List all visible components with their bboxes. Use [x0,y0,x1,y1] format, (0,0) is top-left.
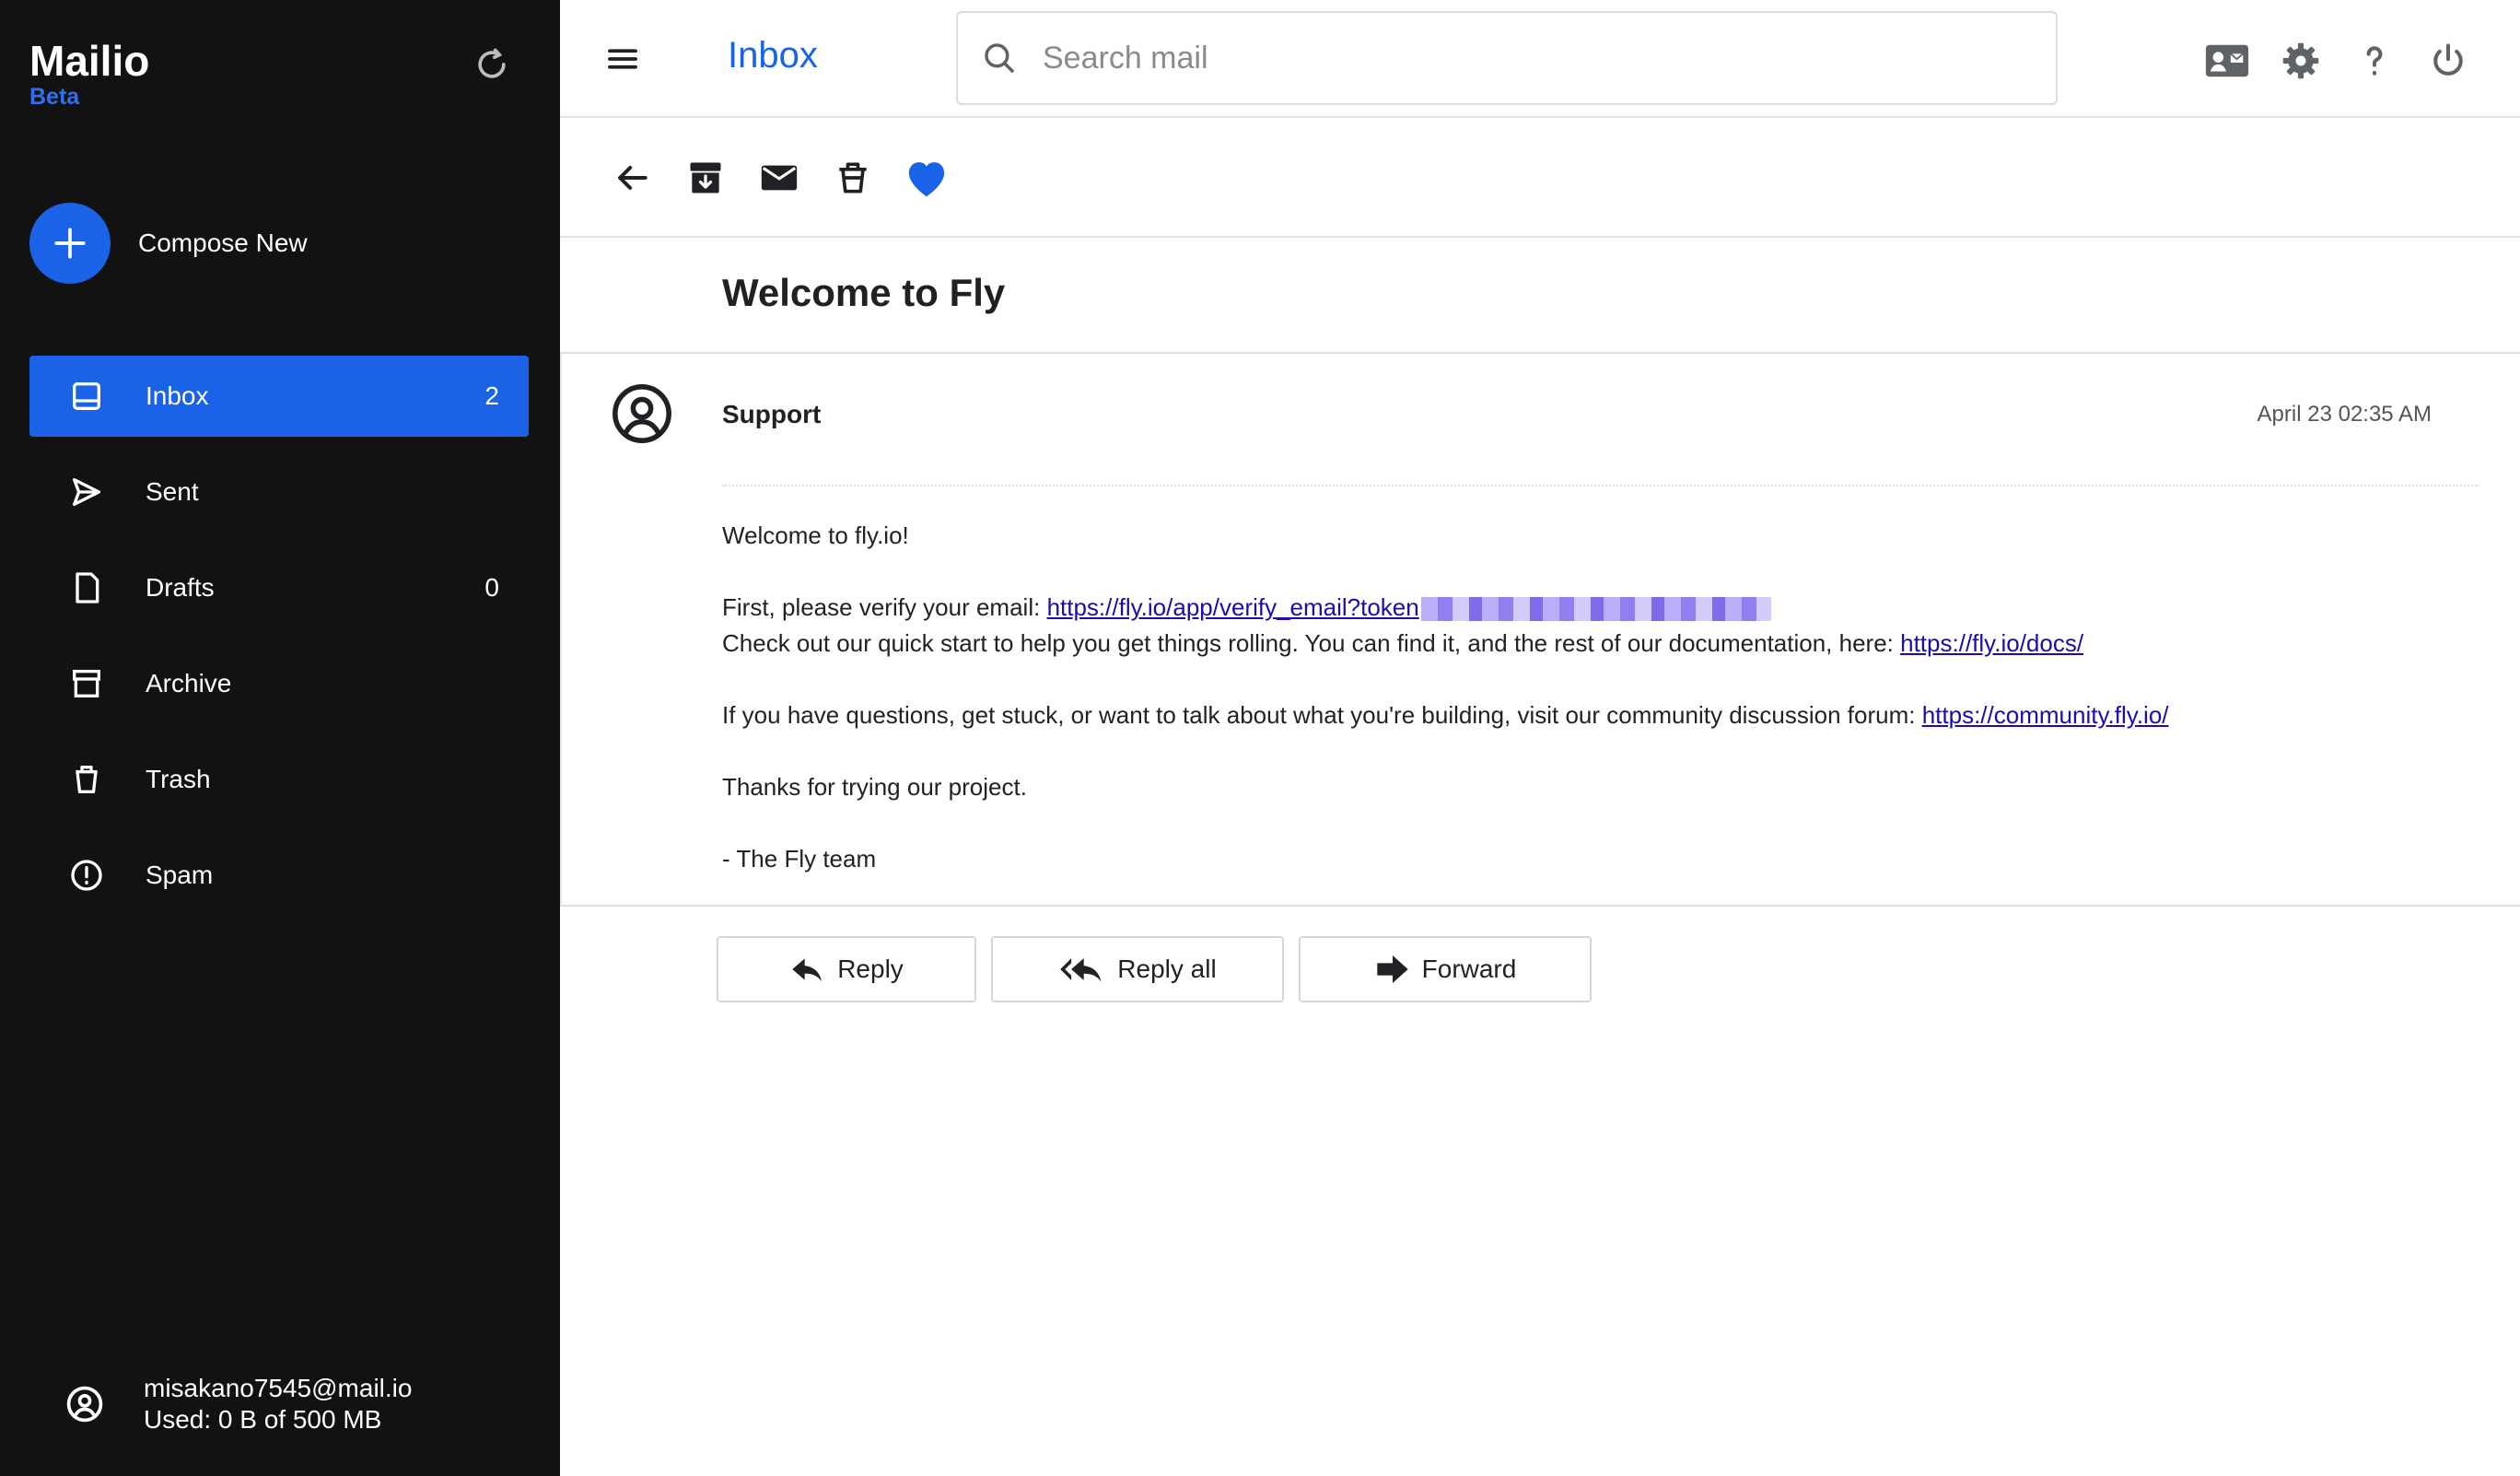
heart-icon [908,162,945,197]
body-docs-line: Check out our quick start to help you ge… [722,626,2491,662]
hamburger-menu-icon [608,49,637,69]
message-divider [722,485,2479,486]
body-verify-line: First, please verify your email: https:/… [722,590,2491,626]
plus-icon [54,228,86,259]
reply-all-label: Reply all [1117,955,1217,983]
community-link[interactable]: https://community.fly.io/ [1922,701,2169,729]
forward-label: Forward [1421,955,1517,983]
verify-email-link[interactable]: https://fly.io/app/verify_email?token [1047,593,1419,621]
reply-icon [792,958,822,982]
message-toolbar [560,120,2520,238]
body-community-line: If you have questions, get stuck, or wan… [722,697,2491,733]
body-signoff: - The Fly team [722,845,877,873]
sender-name: Support [722,400,822,428]
sidebar-item-label: Drafts [146,573,215,602]
compose-button[interactable]: Compose New [29,203,308,284]
account-text: misakano7545@mail.io Used: 0 B of 500 MB [144,1373,412,1435]
top-icons [2203,37,2498,85]
community-text: If you have questions, get stuck, or wan… [722,701,1922,729]
sender-avatar-icon [612,384,671,443]
page-title: Inbox [728,35,818,76]
search-icon [985,43,1014,73]
message-body: Welcome to fly.io! First, please verify … [722,518,2491,877]
delete-button[interactable] [827,152,879,204]
refresh-button[interactable] [468,41,516,88]
sidebar: Mailio Beta Compose New Inbox 2 Sent Dra… [0,0,560,1476]
reply-actions: Reply Reply all Forward [717,936,1606,1002]
sidebar-item-label: Sent [146,477,199,506]
spam-icon [66,855,107,896]
mark-unread-button[interactable] [753,152,805,204]
trash-icon [66,759,107,800]
forward-arrow-icon [1376,955,1408,983]
archive-button[interactable] [680,152,731,204]
sidebar-item-drafts[interactable]: Drafts 0 [29,547,529,628]
archive-icon [690,162,721,193]
sidebar-item-archive[interactable]: Archive [29,643,529,724]
message-subject: Welcome to Fly [722,271,1006,314]
sidebar-item-label: Archive [146,669,232,697]
draft-icon [66,568,107,608]
gear-icon [2282,42,2319,79]
message-date: April 23 02:35 AM [2257,402,2432,427]
storage-usage: Used: 0 B of 500 MB [144,1405,382,1434]
docs-text: Check out our quick start to help you ge… [722,629,1901,657]
compose-fab[interactable] [29,203,111,284]
sidebar-item-sent[interactable]: Sent [29,451,529,533]
help-button[interactable] [2351,37,2398,85]
help-icon [2366,46,2383,76]
reply-label: Reply [837,955,904,983]
refresh-icon [478,48,506,78]
menu-button[interactable] [601,37,645,81]
logout-button[interactable] [2424,37,2472,85]
brand-beta-label: Beta [29,84,80,110]
redacted-token [1420,597,1771,622]
forward-button[interactable]: Forward [1299,936,1592,1002]
docs-link[interactable]: https://fly.io/docs/ [1900,629,2083,657]
archive-icon [66,663,107,704]
compose-label: Compose New [138,228,308,257]
send-icon [66,472,107,512]
favorite-button[interactable] [901,152,952,204]
inbox-icon [66,376,107,416]
verify-text: First, please verify your email: [722,593,1047,621]
trash-icon [839,162,867,193]
account-info[interactable]: misakano7545@mail.io Used: 0 B of 500 MB [64,1373,412,1435]
sidebar-item-label: Spam [146,861,214,889]
back-button[interactable] [606,152,658,204]
account-email: misakano7545@mail.io [144,1374,413,1402]
brand-name: Mailio [29,37,150,85]
power-icon [2433,43,2463,76]
envelope-icon [761,165,798,191]
sidebar-item-inbox[interactable]: Inbox 2 [29,356,529,437]
sidebar-item-label: Trash [146,765,211,793]
brand: Mailio Beta [29,37,149,109]
sidebar-item-trash[interactable]: Trash [29,739,529,820]
reply-button[interactable]: Reply [717,936,976,1002]
contacts-button[interactable] [2203,37,2251,85]
settings-button[interactable] [2277,37,2325,85]
sidebar-item-label: Inbox [146,381,209,410]
top-bar: Inbox [560,0,2520,118]
sidebar-item-count: 2 [484,381,499,410]
search-box[interactable] [956,11,2058,105]
sidebar-item-count: 0 [484,573,499,602]
account-icon [66,1386,103,1423]
search-input[interactable] [1043,40,2056,76]
body-greeting: Welcome to fly.io! [722,521,909,549]
arrow-left-icon [618,165,648,191]
sidebar-item-spam[interactable]: Spam [29,835,529,916]
body-thanks: Thanks for trying our project. [722,773,1027,801]
reply-all-icon [1060,958,1102,982]
reply-all-button[interactable]: Reply all [991,936,1284,1002]
sidebar-nav: Inbox 2 Sent Drafts 0 Archive Trash Spam [29,356,529,931]
contact-card-icon [2205,44,2249,77]
message-card: Support April 23 02:35 AM Welcome to fly… [560,352,2520,907]
